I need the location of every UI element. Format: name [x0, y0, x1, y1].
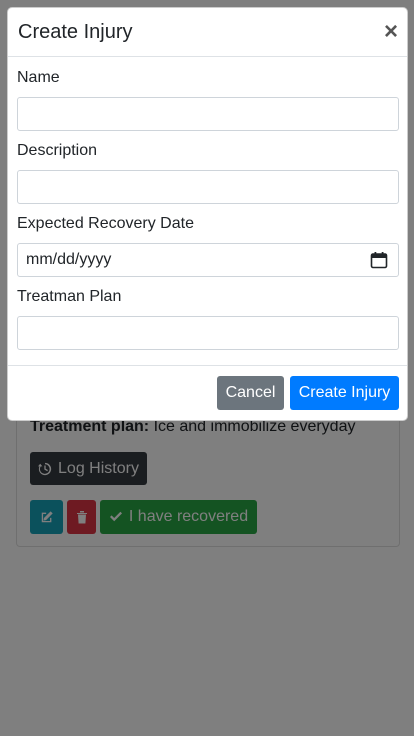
- recovery-date-label: Expected Recovery Date: [17, 215, 194, 232]
- description-label: Description: [17, 142, 98, 159]
- recovery-date-placeholder: mm/dd/yyyy: [26, 251, 112, 268]
- name-label: Name: [17, 69, 60, 86]
- name-input[interactable]: [17, 97, 399, 131]
- treatment-plan-field-label: Treatman Plan: [17, 288, 122, 305]
- description-input[interactable]: [17, 170, 399, 204]
- create-injury-modal: Create Injury × Name Description Expecte…: [7, 7, 408, 421]
- modal-title: Create Injury: [18, 20, 133, 43]
- treatment-plan-input[interactable]: [17, 316, 399, 350]
- modal-footer: Cancel Create Injury: [8, 365, 407, 420]
- modal-body: Name Description Expected Recovery Date …: [8, 57, 407, 350]
- modal-header: Create Injury ×: [8, 8, 407, 57]
- cancel-button[interactable]: Cancel: [217, 376, 284, 410]
- create-injury-button[interactable]: Create Injury: [290, 376, 399, 410]
- calendar-icon[interactable]: [370, 251, 388, 269]
- close-icon[interactable]: ×: [384, 20, 398, 44]
- recovery-date-input[interactable]: mm/dd/yyyy: [17, 243, 399, 277]
